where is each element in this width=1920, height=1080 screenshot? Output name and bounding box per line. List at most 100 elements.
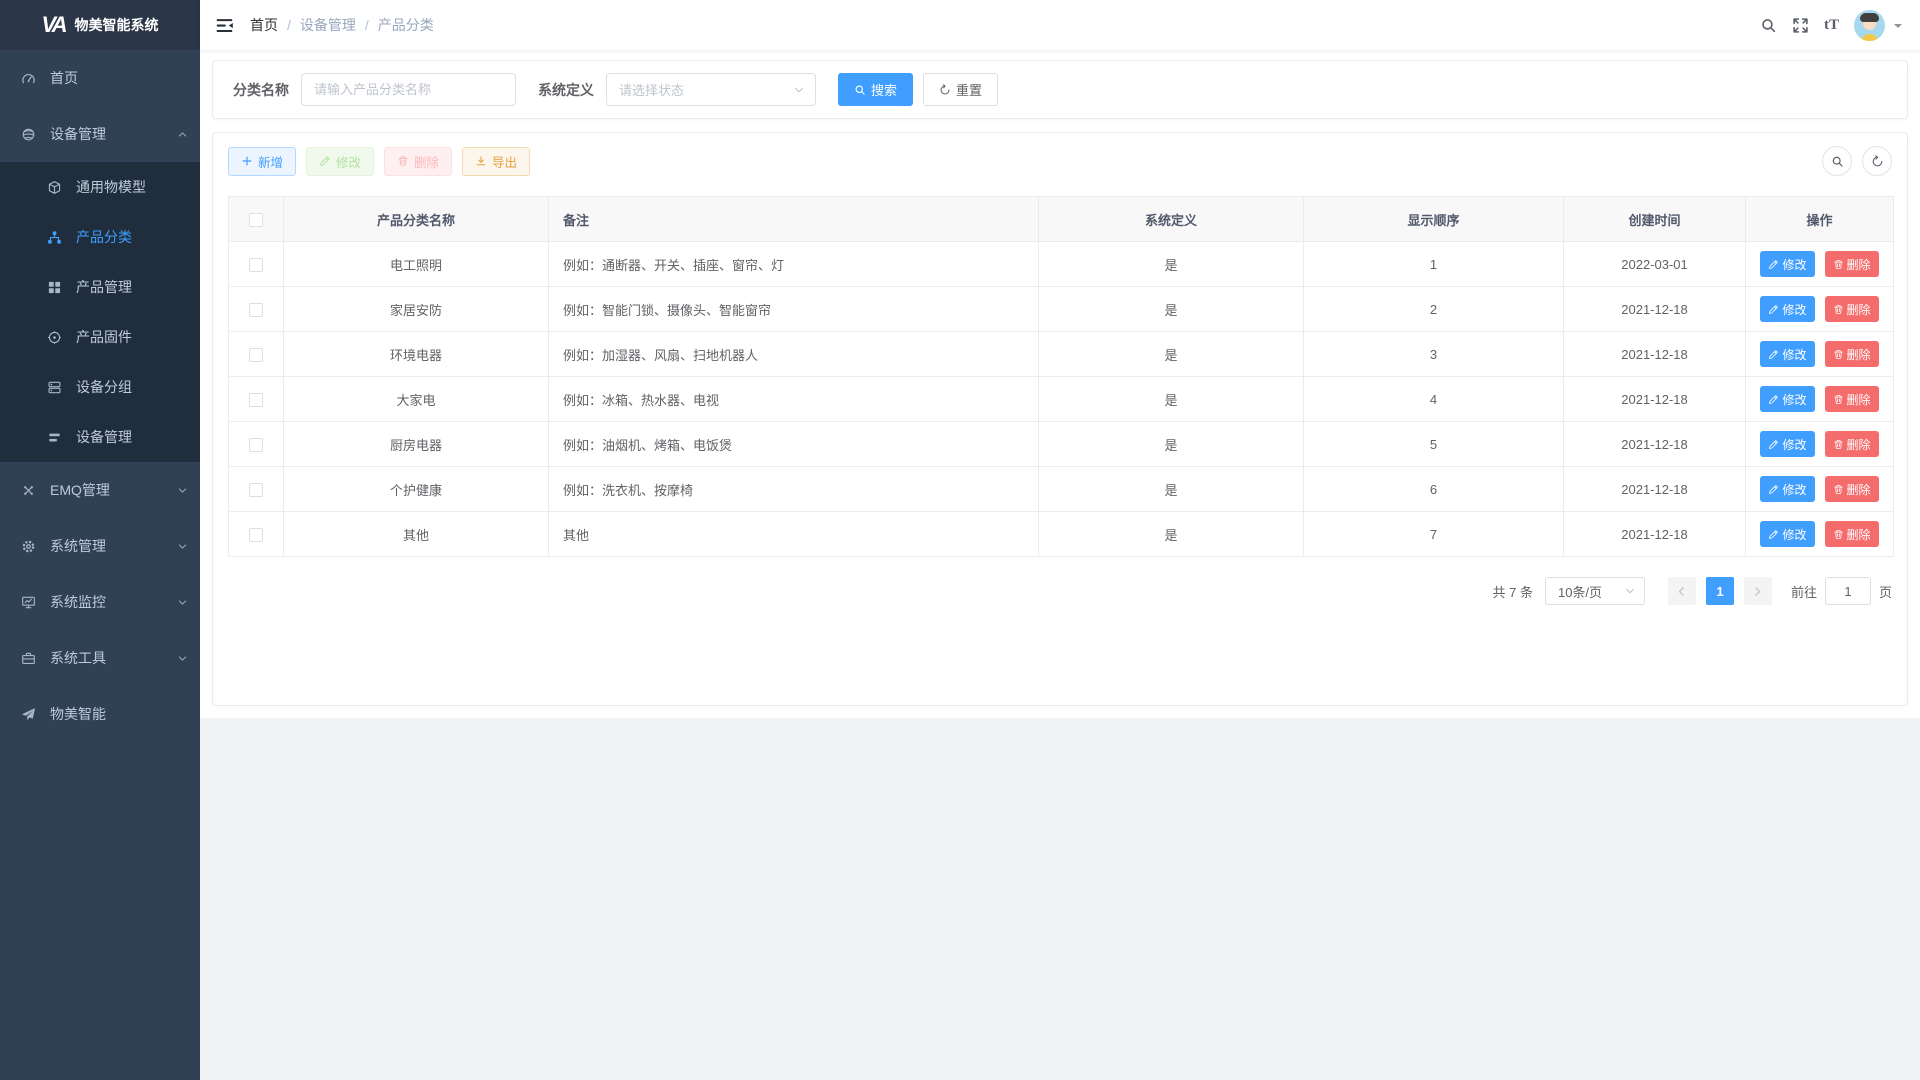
dashboard-icon xyxy=(20,71,36,86)
cell-remark: 例如：加湿器、风扇、扫地机器人 xyxy=(549,332,1039,377)
sidebar-toggle-icon[interactable] xyxy=(215,16,234,35)
pencil-icon xyxy=(1768,349,1779,360)
trash-icon xyxy=(1833,484,1844,495)
logo-icon: VA xyxy=(42,12,65,38)
add-button[interactable]: 新增 xyxy=(228,147,296,176)
row-delete-button[interactable]: 删除 xyxy=(1825,476,1879,502)
grid-icon xyxy=(46,280,62,295)
sidebar-item-product-firmware[interactable]: 产品固件 xyxy=(0,312,200,362)
cell-created: 2021-12-18 xyxy=(1564,332,1746,377)
column-header-actions: 操作 xyxy=(1746,197,1894,242)
toggle-search-button[interactable] xyxy=(1822,146,1852,176)
row-checkbox[interactable] xyxy=(249,393,263,407)
cell-order: 2 xyxy=(1304,287,1564,332)
row-checkbox[interactable] xyxy=(249,483,263,497)
row-checkbox[interactable] xyxy=(249,528,263,542)
row-edit-button[interactable]: 修改 xyxy=(1760,251,1814,277)
column-header-name: 产品分类名称 xyxy=(284,197,549,242)
category-name-input[interactable] xyxy=(301,73,516,106)
avatar[interactable] xyxy=(1854,10,1885,41)
sidebar-item-device-list[interactable]: 设备管理 xyxy=(0,412,200,462)
row-checkbox[interactable] xyxy=(249,348,263,362)
sidebar-submenu: 通用物模型产品分类产品管理产品固件设备分组设备管理 xyxy=(0,162,200,462)
row-delete-button[interactable]: 删除 xyxy=(1825,251,1879,277)
goto-page-input[interactable] xyxy=(1825,577,1871,605)
chevron-up-icon xyxy=(177,129,188,140)
page-1-button[interactable]: 1 xyxy=(1706,577,1734,605)
sidebar-item-system-management[interactable]: 系统管理 xyxy=(0,518,200,574)
table-header-row: 产品分类名称 备注 系统定义 显示顺序 创建时间 操作 xyxy=(229,197,1894,242)
row-checkbox[interactable] xyxy=(249,258,263,272)
row-edit-button[interactable]: 修改 xyxy=(1760,386,1814,412)
breadcrumb-item[interactable]: 首页 xyxy=(250,15,278,35)
row-checkbox[interactable] xyxy=(249,303,263,317)
edit-button[interactable]: 修改 xyxy=(306,147,374,176)
delete-button[interactable]: 删除 xyxy=(384,147,452,176)
cell-created: 2021-12-18 xyxy=(1564,287,1746,332)
sysdef-select-placeholder: 请选择状态 xyxy=(619,80,684,99)
row-edit-button[interactable]: 修改 xyxy=(1760,521,1814,547)
pencil-icon xyxy=(1768,529,1779,540)
fullscreen-icon[interactable] xyxy=(1792,17,1809,34)
cell-remark: 其他 xyxy=(549,512,1039,557)
cell-created: 2021-12-18 xyxy=(1564,377,1746,422)
row-delete-button[interactable]: 删除 xyxy=(1825,296,1879,322)
row-delete-button[interactable]: 删除 xyxy=(1825,341,1879,367)
cube-icon xyxy=(46,180,62,195)
sidebar-item-emq-management[interactable]: EMQ管理 xyxy=(0,462,200,518)
search-button[interactable]: 搜索 xyxy=(838,73,913,106)
sidebar: VA 物美智能系统 首页设备管理通用物模型产品分类产品管理产品固件设备分组设备管… xyxy=(0,0,200,1080)
sidebar-item-home[interactable]: 首页 xyxy=(0,50,200,106)
cell-sysdef: 是 xyxy=(1039,242,1304,287)
row-edit-button[interactable]: 修改 xyxy=(1760,341,1814,367)
pencil-icon xyxy=(1768,439,1779,450)
row-checkbox[interactable] xyxy=(249,438,263,452)
header-search-icon[interactable] xyxy=(1760,17,1777,34)
row-edit-button[interactable]: 修改 xyxy=(1760,296,1814,322)
reset-button[interactable]: 重置 xyxy=(923,73,998,106)
plus-icon xyxy=(241,155,253,167)
row-delete-button[interactable]: 删除 xyxy=(1825,431,1879,457)
pencil-icon xyxy=(1768,394,1779,405)
sidebar-item-system-tools[interactable]: 系统工具 xyxy=(0,630,200,686)
sysdef-select[interactable]: 请选择状态 xyxy=(606,73,816,106)
breadcrumb: 首页/设备管理/产品分类 xyxy=(250,15,434,35)
cell-category-name: 个护健康 xyxy=(284,467,549,512)
sidebar-item-product-category[interactable]: 产品分类 xyxy=(0,212,200,262)
refresh-table-button[interactable] xyxy=(1862,146,1892,176)
cell-sysdef: 是 xyxy=(1039,512,1304,557)
trash-icon xyxy=(1833,259,1844,270)
sidebar-item-general-thing-model[interactable]: 通用物模型 xyxy=(0,162,200,212)
cell-sysdef: 是 xyxy=(1039,467,1304,512)
goto-unit-label: 页 xyxy=(1879,582,1892,601)
trash-icon xyxy=(1833,394,1844,405)
row-edit-button[interactable]: 修改 xyxy=(1760,431,1814,457)
list-icon xyxy=(46,430,62,445)
table-row: 家居安防例如：智能门锁、摄像头、智能窗帘是22021-12-18修改删除 xyxy=(229,287,1894,332)
row-delete-button[interactable]: 删除 xyxy=(1825,386,1879,412)
pencil-icon xyxy=(1768,259,1779,270)
font-size-icon[interactable]: tT xyxy=(1824,17,1839,34)
sidebar-item-device-management[interactable]: 设备管理 xyxy=(0,106,200,162)
export-button[interactable]: 导出 xyxy=(462,147,530,176)
refresh-icon xyxy=(939,84,951,96)
sidebar-item-product-management[interactable]: 产品管理 xyxy=(0,262,200,312)
prev-page-button[interactable] xyxy=(1668,577,1696,605)
breadcrumb-item: 设备管理 xyxy=(300,15,356,35)
chevron-down-icon xyxy=(177,597,188,608)
cell-created: 2022-03-01 xyxy=(1564,242,1746,287)
row-edit-button[interactable]: 修改 xyxy=(1760,476,1814,502)
chevron-down-icon xyxy=(177,541,188,552)
sidebar-item-wumei-smart[interactable]: 物美智能 xyxy=(0,686,200,742)
app-logo[interactable]: VA 物美智能系统 xyxy=(0,0,200,50)
cell-remark: 例如：冰箱、热水器、电视 xyxy=(549,377,1039,422)
page-size-select[interactable]: 10条/页 xyxy=(1545,577,1645,605)
next-page-button[interactable] xyxy=(1744,577,1772,605)
row-delete-button[interactable]: 删除 xyxy=(1825,521,1879,547)
sidebar-item-system-monitor[interactable]: 系统监控 xyxy=(0,574,200,630)
select-all-checkbox[interactable] xyxy=(249,213,263,227)
cell-remark: 例如：智能门锁、摄像头、智能窗帘 xyxy=(549,287,1039,332)
layers-icon xyxy=(20,127,36,142)
sidebar-item-device-group[interactable]: 设备分组 xyxy=(0,362,200,412)
caret-down-icon[interactable] xyxy=(1894,24,1902,32)
